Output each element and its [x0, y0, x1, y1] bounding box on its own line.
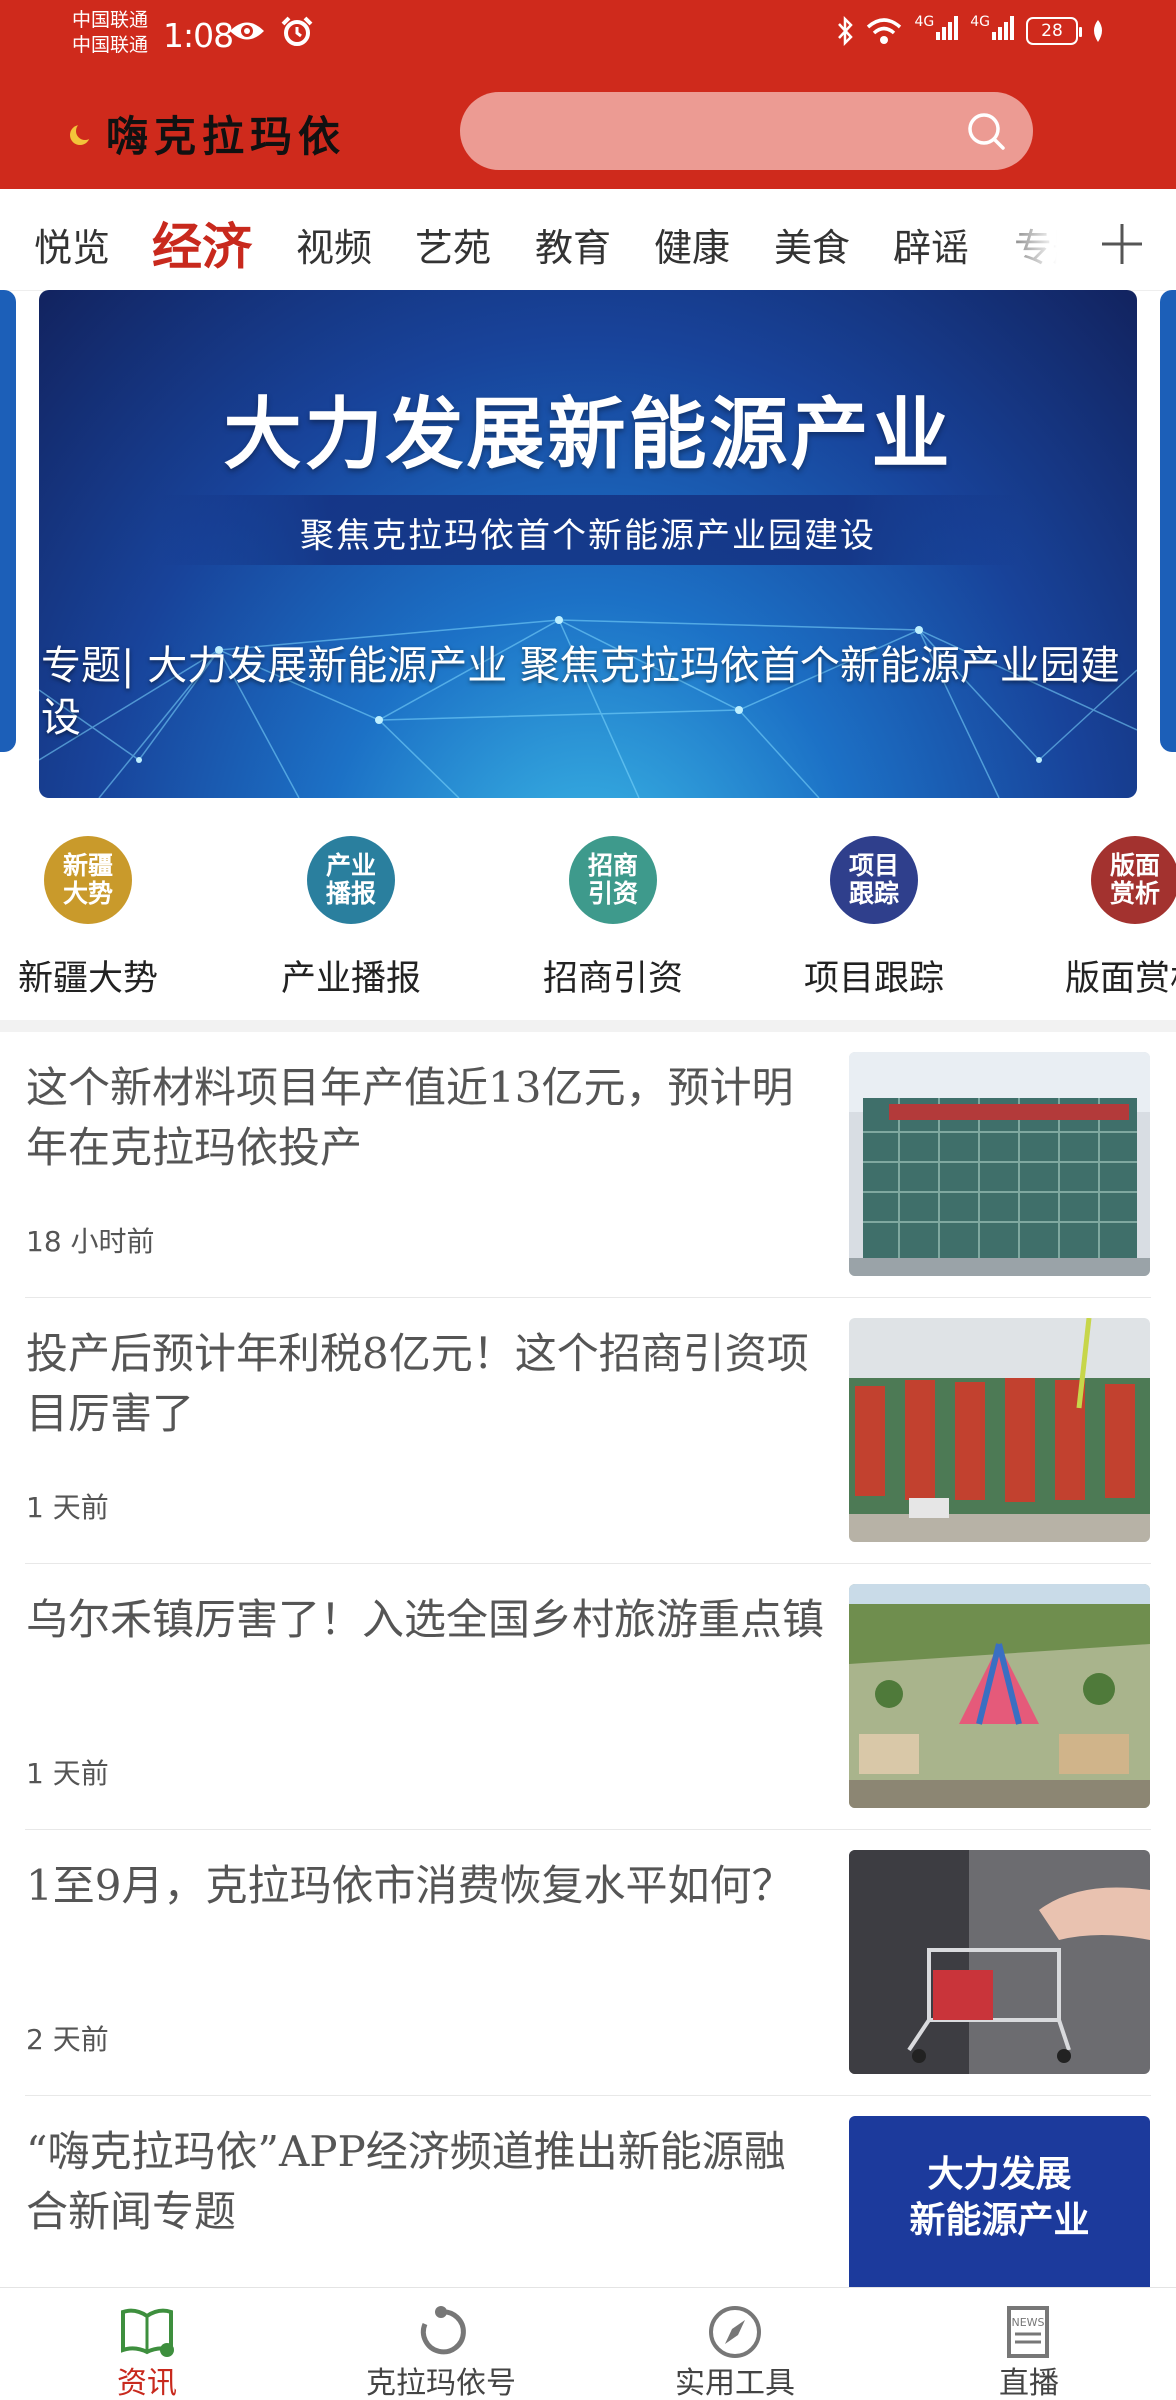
logo-mark-icon — [70, 121, 100, 147]
search-icon[interactable] — [965, 110, 1007, 152]
banner-subtitle: 聚焦克拉玛依首个新能源产业园建设 — [300, 516, 876, 556]
shortcut-investment[interactable]: 招商 引资 招商引资 — [508, 830, 718, 1001]
news-thumbnail — [849, 1584, 1150, 1808]
news-title: 这个新材料项目年产值近13亿元，预计明年在克拉玛依投产 — [26, 1063, 794, 1172]
shortcut-label: 产业播报 — [280, 959, 421, 999]
carrier-1: 中国联通 — [72, 9, 149, 31]
app-header: 中国联通 中国联通 1:08 4G 4G 28 嗨克拉玛依 — [0, 0, 1176, 189]
nav-label: 实用工具 — [675, 2366, 795, 2400]
nav-tools[interactable]: 实用工具 — [588, 2288, 882, 2400]
add-channel-icon[interactable] — [1100, 222, 1144, 266]
refresh-icon — [420, 2306, 466, 2355]
tab-video[interactable]: 视频 — [296, 217, 372, 272]
status-right: 4G 4G 28 — [836, 14, 1106, 47]
nav-account[interactable]: 克拉玛依号 — [294, 2288, 588, 2400]
investment-icon: 招商 引资 — [569, 836, 657, 924]
bluetooth-icon — [838, 15, 854, 46]
brand-name: 嗨克拉玛依 — [106, 112, 347, 161]
tab-yuelan[interactable]: 悦览 — [34, 217, 110, 272]
shortcut-label: 招商引资 — [542, 959, 683, 999]
search-bar[interactable] — [460, 92, 1033, 170]
xinjiang-trend-icon: 新疆 大势 — [44, 836, 132, 924]
eye-icon — [230, 22, 264, 40]
news-item[interactable]: 1至9月，克拉玛依市消费恢复水平如何？ 2 天前 — [0, 1830, 1176, 2096]
news-thumbnail — [849, 1052, 1150, 1276]
shortcut-label: 版面赏析 — [1064, 959, 1176, 999]
battery-icon: 28 — [1026, 16, 1082, 45]
tab-art[interactable]: 艺苑 — [415, 217, 491, 272]
feature-banner[interactable]: 大力发展新能源产业 聚焦克拉玛依首个新能源产业园建设 专题| 大力发展新能源产业… — [39, 290, 1137, 798]
signal-2: 4G — [970, 14, 1014, 47]
news-title: 1至9月，克拉玛依市消费恢复水平如何？ — [26, 1861, 794, 1910]
news-thumbnail — [849, 1850, 1150, 2074]
signal-bars-icon — [992, 14, 1014, 40]
network-label-2: 4G — [970, 14, 990, 30]
bottom-navigation: 资讯 克拉玛依号 实用工具 NEWS 直播 — [0, 2287, 1176, 2400]
wifi-icon — [867, 17, 902, 44]
banner-caption: 专题| 大力发展新能源产业 聚焦克拉玛依首个新能源产业园建设 — [41, 643, 1120, 741]
shortcut-industry[interactable]: 产业 播报 产业播报 — [246, 830, 456, 1001]
network-label-1: 4G — [914, 14, 935, 30]
news-title: 乌尔禾镇厉害了！入选全国乡村旅游重点镇 — [26, 1595, 825, 1644]
news-item[interactable]: 这个新材料项目年产值近13亿元，预计明年在克拉玛依投产 18 小时前 — [0, 1032, 1176, 1298]
layout-review-icon: 版面 赏析 — [1091, 836, 1176, 924]
tab-health[interactable]: 健康 — [654, 217, 730, 272]
news-item[interactable]: 乌尔禾镇厉害了！入选全国乡村旅游重点镇 1 天前 — [0, 1564, 1176, 1830]
tab-food[interactable]: 美食 — [774, 217, 850, 272]
status-bar: 中国联通 中国联通 1:08 4G 4G 28 — [0, 0, 1176, 75]
nav-label: 克拉玛依号 — [366, 2366, 516, 2400]
news-time: 1 天前 — [26, 1491, 109, 1524]
nav-label: 资讯 — [117, 2366, 177, 2400]
news-title: “嗨克拉玛依”APP经济频道推出新能源融合新闻专题 — [26, 2127, 786, 2236]
carousel-prev-peek[interactable] — [0, 290, 16, 752]
carrier-2: 中国联通 — [72, 34, 149, 56]
shortcut-xinjiang[interactable]: 新疆 大势 新疆大势 — [0, 830, 193, 1001]
carrier-info: 中国联通 中国联通 — [72, 8, 148, 58]
news-thumbnail — [849, 1318, 1150, 1542]
shortcut-label: 新疆大势 — [17, 959, 158, 999]
book-icon — [121, 2308, 174, 2357]
industry-news-icon: 产业 播报 — [307, 836, 395, 924]
shortcut-layout[interactable]: 版面赏析 版面赏析 — [1030, 830, 1176, 1001]
news-title: 投产后预计年利税8亿元！这个招商引资项目厉害了 — [26, 1329, 809, 1438]
tab-economy[interactable]: 经济 — [152, 207, 252, 279]
status-time: 1:08 — [163, 16, 234, 55]
shortcut-label: 项目跟踪 — [803, 959, 944, 999]
shortcut-row: 新疆 大势 新疆大势 产业 播报 产业播报 招商 引资 招商引资 项目 跟踪 项目跟踪 … — [0, 830, 1176, 1010]
news-item[interactable]: 投产后预计年利税8亿元！这个招商引资项目厉害了 1 天前 — [0, 1298, 1176, 1564]
nav-label: 直播 — [999, 2366, 1059, 2400]
channel-tabs: 悦览 经济 视频 艺苑 教育 健康 美食 辟谣 专题 — [0, 189, 1176, 291]
news-icon: NEWS — [1007, 2306, 1049, 2358]
signal-1: 4G — [914, 14, 959, 47]
signal-bars-icon — [936, 14, 959, 40]
section-divider — [0, 1020, 1176, 1032]
app-logo: 嗨克拉玛依 — [70, 103, 346, 164]
news-time: 2 天前 — [26, 2023, 109, 2056]
leaf-icon — [1094, 19, 1102, 42]
alarm-icon — [281, 16, 313, 46]
compass-icon — [709, 2306, 761, 2358]
carousel-next-peek[interactable] — [1160, 290, 1176, 752]
nav-live[interactable]: NEWS 直播 — [882, 2288, 1176, 2400]
nav-news[interactable]: 资讯 — [0, 2288, 294, 2400]
tab-rumor[interactable]: 辟谣 — [893, 217, 969, 272]
project-tracking-icon: 项目 跟踪 — [830, 836, 918, 924]
news-time: 18 小时前 — [26, 1225, 155, 1258]
banner-title: 大力发展新能源产业 — [223, 390, 953, 480]
tab-education[interactable]: 教育 — [535, 217, 611, 272]
svg-text:NEWS: NEWS — [1011, 2316, 1044, 2329]
news-time: 1 天前 — [26, 1757, 109, 1790]
shortcut-project[interactable]: 项目 跟踪 项目跟踪 — [769, 830, 979, 1001]
